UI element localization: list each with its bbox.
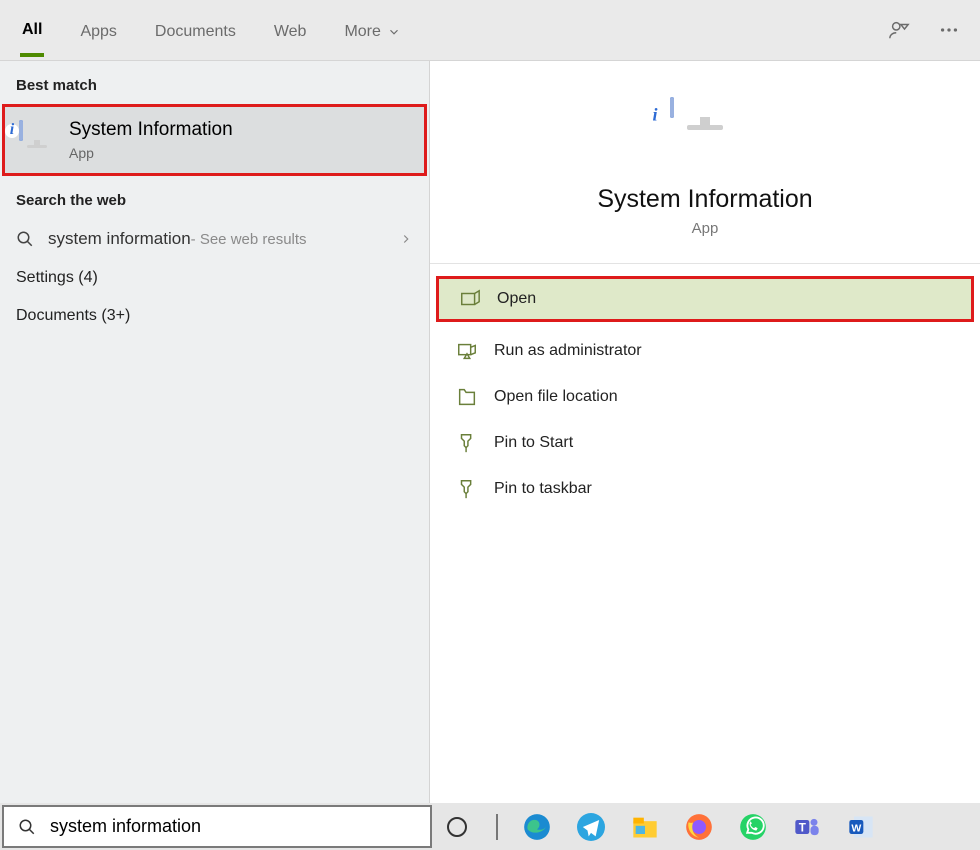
search-web-header: Search the web — [0, 184, 429, 219]
best-match-header: Best match — [0, 69, 429, 104]
detail-actions: Open Run as administrator Open file loca… — [430, 264, 980, 512]
search-icon — [18, 818, 36, 836]
search-icon — [16, 230, 34, 248]
tab-more-label: More — [344, 23, 380, 41]
action-open[interactable]: Open — [436, 276, 974, 322]
file-explorer-icon[interactable] — [630, 812, 660, 842]
action-run-administrator-label: Run as administrator — [494, 342, 642, 360]
best-match-result[interactable]: System Information App — [2, 104, 427, 176]
action-pin-taskbar[interactable]: Pin to taskbar — [430, 466, 980, 512]
taskbar-divider — [496, 814, 498, 840]
cortana-icon[interactable] — [442, 812, 472, 842]
tab-all[interactable]: All — [20, 3, 44, 57]
tab-more[interactable]: More — [342, 5, 402, 55]
tab-apps[interactable]: Apps — [78, 5, 118, 55]
system-information-icon — [19, 122, 55, 158]
best-match-title: System Information — [69, 119, 233, 141]
teams-icon[interactable]: T — [792, 812, 822, 842]
pin-icon — [456, 478, 478, 500]
word-icon[interactable]: W — [846, 812, 876, 842]
search-input[interactable] — [48, 815, 430, 838]
results-pane: Best match System Information App Search… — [0, 61, 430, 803]
action-pin-start[interactable]: Pin to Start — [430, 420, 980, 466]
detail-pane: System Information App Open Run as admin… — [430, 61, 980, 803]
chevron-down-icon — [387, 25, 401, 39]
system-information-large-icon — [670, 99, 740, 169]
more-options-icon[interactable] — [938, 19, 960, 41]
web-result[interactable]: system information - See web results — [0, 219, 429, 259]
svg-text:W: W — [851, 822, 861, 834]
firefox-icon[interactable] — [684, 812, 714, 842]
detail-title: System Information — [597, 185, 812, 214]
taskbar-tray: T W — [432, 812, 980, 842]
svg-text:T: T — [799, 821, 806, 834]
search-filter-tabs: All Apps Documents Web More — [0, 0, 980, 61]
whatsapp-icon[interactable] — [738, 812, 768, 842]
detail-subtitle: App — [692, 220, 719, 237]
open-icon — [459, 288, 481, 310]
taskbar: T W — [0, 803, 980, 850]
web-result-suffix: - See web results — [191, 231, 307, 248]
feedback-icon[interactable] — [888, 19, 910, 41]
action-open-file-location[interactable]: Open file location — [430, 374, 980, 420]
tab-web[interactable]: Web — [272, 5, 309, 55]
action-run-administrator[interactable]: Run as administrator — [430, 328, 980, 374]
action-pin-taskbar-label: Pin to taskbar — [494, 480, 592, 498]
web-result-term: system information — [48, 229, 191, 249]
pin-icon — [456, 432, 478, 454]
edge-icon[interactable] — [522, 812, 552, 842]
telegram-icon[interactable] — [576, 812, 606, 842]
category-documents[interactable]: Documents (3+) — [0, 297, 429, 335]
best-match-subtitle: App — [69, 145, 233, 161]
action-pin-start-label: Pin to Start — [494, 434, 573, 452]
chevron-right-icon — [399, 232, 413, 246]
shield-admin-icon — [456, 340, 478, 362]
action-open-label: Open — [497, 290, 536, 308]
search-box[interactable] — [2, 805, 432, 848]
action-open-file-location-label: Open file location — [494, 388, 618, 406]
tab-documents[interactable]: Documents — [153, 5, 238, 55]
folder-icon — [456, 386, 478, 408]
category-settings[interactable]: Settings (4) — [0, 259, 429, 297]
